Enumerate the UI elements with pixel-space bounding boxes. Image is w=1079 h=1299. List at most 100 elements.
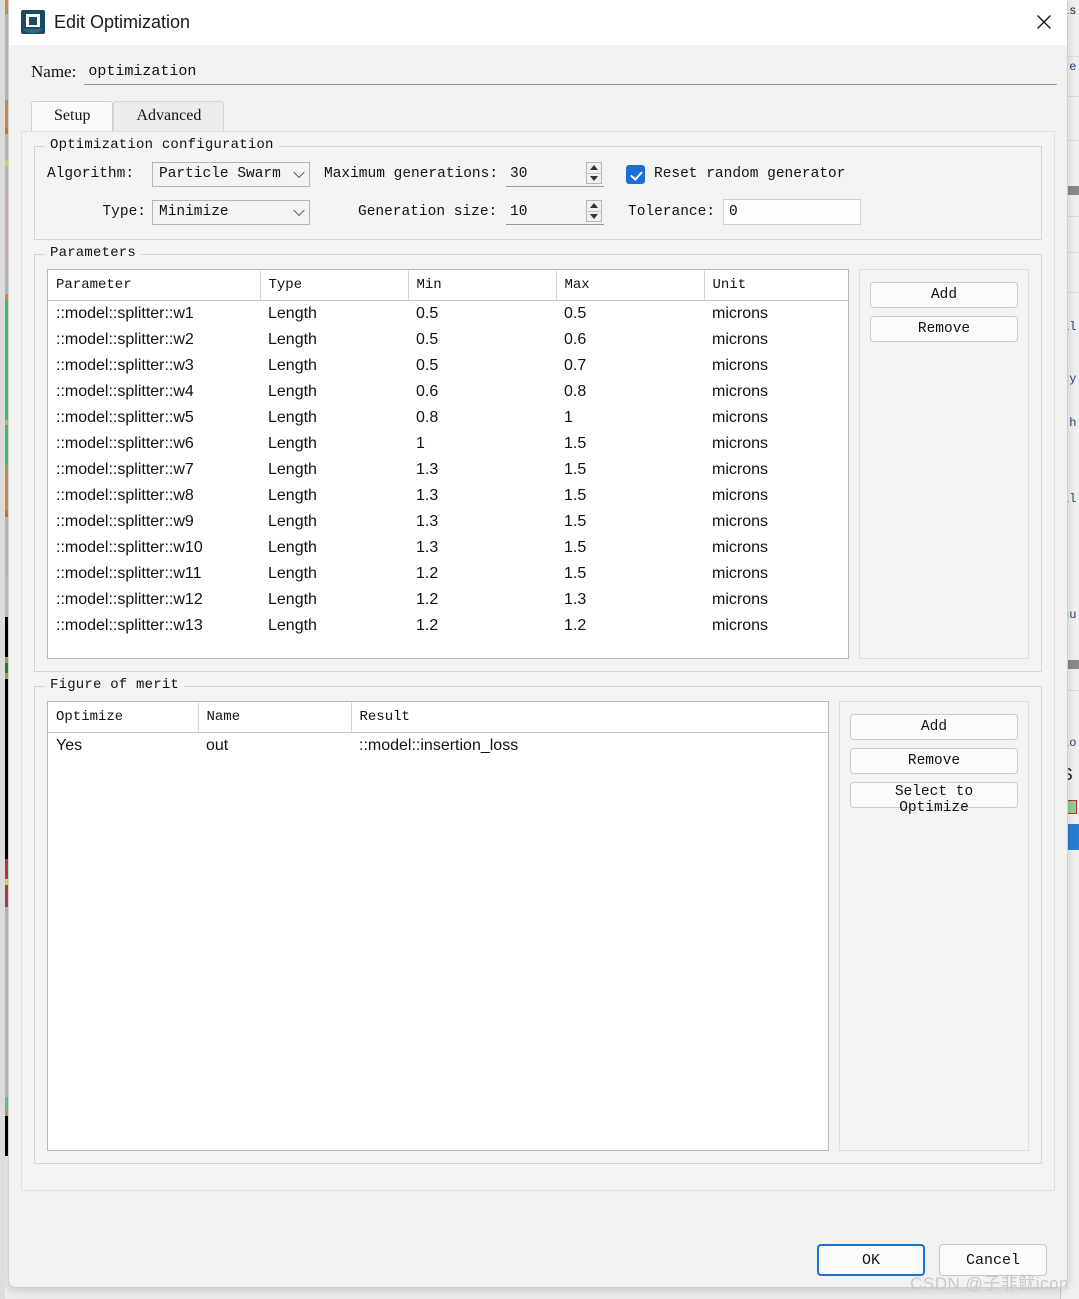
cell-min: 1.2 bbox=[416, 590, 439, 608]
col-min[interactable]: Min bbox=[408, 270, 557, 301]
max-generations-arrows[interactable] bbox=[586, 162, 602, 184]
background-left-edge bbox=[0, 0, 5, 1299]
cell-parameter: ::model::splitter::w3 bbox=[56, 356, 194, 374]
table-row[interactable]: ::model::splitter::w3 Length 0.5 0.7 microns bbox=[48, 353, 848, 379]
cell-min: 1.2 bbox=[416, 616, 439, 634]
cell-parameter: ::model::splitter::w2 bbox=[56, 330, 194, 348]
table-row[interactable]: ::model::splitter::w10 Length 1.3 1.5 micron… bbox=[48, 535, 848, 561]
table-row[interactable]: ::model::splitter::w11 Length 1.2 1.5 micron… bbox=[48, 561, 848, 587]
cell-min: 1.3 bbox=[416, 538, 439, 556]
generation-size-arrows[interactable] bbox=[586, 200, 602, 222]
parameters-table-container[interactable]: Parameter Type Min Max Unit ::model::spl… bbox=[47, 269, 849, 659]
col-name[interactable]: Name bbox=[198, 702, 352, 733]
cell-type: Length bbox=[268, 382, 317, 400]
table-row[interactable]: ::model::splitter::w12 Length 1.2 1.3 micron… bbox=[48, 587, 848, 613]
cell-unit: microns bbox=[712, 434, 769, 452]
edit-optimization-dialog: Edit Optimization Name: Setup Advanced bbox=[8, 0, 1068, 1288]
col-parameter[interactable]: Parameter bbox=[48, 270, 261, 301]
figure-of-merit-legend: Figure of merit bbox=[45, 677, 185, 693]
cell-max: 1.2 bbox=[564, 616, 587, 634]
generation-size-label: Generation size: bbox=[358, 204, 498, 220]
table-row[interactable]: ::model::splitter::w4 Length 0.6 0.8 microns bbox=[48, 379, 848, 405]
config-row-2: Type: Minimize Generation size: 10 Toler… bbox=[47, 199, 1029, 225]
max-generations-value: 30 bbox=[510, 165, 528, 182]
table-row[interactable]: ::model::splitter::w9 Length 1.3 1.5 microns bbox=[48, 509, 848, 535]
table-row[interactable]: ::model::splitter::w2 Length 0.5 0.6 microns bbox=[48, 327, 848, 353]
tolerance-input[interactable] bbox=[723, 199, 862, 225]
table-row[interactable]: ::model::splitter::w5 Length 0.8 1 microns bbox=[48, 405, 848, 431]
cell-type: Length bbox=[268, 356, 317, 374]
col-unit[interactable]: Unit bbox=[704, 270, 848, 301]
spinner-down-icon[interactable] bbox=[587, 212, 601, 222]
spinner-up-icon[interactable] bbox=[587, 163, 601, 174]
cell-parameter: ::model::splitter::w9 bbox=[56, 512, 194, 530]
fom-add-button[interactable]: Add bbox=[850, 714, 1018, 740]
cell-unit: microns bbox=[712, 512, 769, 530]
parameters-add-button[interactable]: Add bbox=[870, 282, 1018, 308]
table-row[interactable]: ::model::splitter::w8 Length 1.3 1.5 microns bbox=[48, 483, 848, 509]
reset-random-generator-checkbox[interactable]: Reset random generator bbox=[626, 164, 846, 184]
col-optimize[interactable]: Optimize bbox=[48, 702, 199, 733]
fom-remove-button[interactable]: Remove bbox=[850, 748, 1018, 774]
col-result[interactable]: Result bbox=[351, 702, 828, 733]
cancel-button[interactable]: Cancel bbox=[939, 1244, 1047, 1276]
cell-unit: microns bbox=[712, 460, 769, 478]
cell-max: 0.5 bbox=[564, 304, 587, 322]
optimization-configuration-legend: Optimization configuration bbox=[45, 137, 279, 153]
table-row[interactable]: ::model::splitter::w13 Length 1.2 1.2 micron… bbox=[48, 613, 848, 639]
parameters-remove-button[interactable]: Remove bbox=[870, 316, 1018, 342]
cell-type: Length bbox=[268, 590, 317, 608]
cell-max: 0.7 bbox=[564, 356, 587, 374]
cell-min: 1.3 bbox=[416, 486, 439, 504]
name-input[interactable] bbox=[84, 59, 1057, 85]
tab-setup[interactable]: Setup bbox=[31, 101, 114, 131]
cell-unit: microns bbox=[712, 382, 769, 400]
cell-max: 1.5 bbox=[564, 434, 587, 452]
table-row[interactable]: ::model::splitter::w1 Length 0.5 0.5 microns bbox=[48, 301, 848, 327]
cell-unit: microns bbox=[712, 538, 769, 556]
cell-type: Length bbox=[268, 538, 317, 556]
reset-random-generator-label: Reset random generator bbox=[654, 166, 846, 182]
fom-header-row: Optimize Name Result bbox=[48, 702, 828, 733]
cell-type: Length bbox=[268, 486, 317, 504]
cell-max: 1.5 bbox=[564, 538, 587, 556]
cell-parameter: ::model::splitter::w10 bbox=[56, 538, 203, 556]
spinner-up-icon[interactable] bbox=[587, 201, 601, 212]
col-type[interactable]: Type bbox=[260, 270, 409, 301]
table-row[interactable]: ::model::splitter::w7 Length 1.3 1.5 microns bbox=[48, 457, 848, 483]
app-logo-icon bbox=[21, 10, 45, 34]
parameters-body: ::model::splitter::w1 Length 0.5 0.5 microns… bbox=[48, 301, 848, 639]
cell-unit: microns bbox=[712, 564, 769, 582]
fom-select-to-optimize-button[interactable]: Select to Optimize bbox=[850, 782, 1018, 816]
fom-table-container[interactable]: Optimize Name Result Yes out::model::in… bbox=[47, 701, 829, 1151]
table-row[interactable]: Yes out ::model::insertion_loss bbox=[48, 733, 828, 759]
setup-tab-panel: Optimization configuration Algorithm: Pa… bbox=[21, 131, 1055, 1191]
parameters-group: Parameters Parameter Type Min Max Unit:… bbox=[34, 245, 1042, 672]
generation-size-value: 10 bbox=[510, 203, 528, 220]
spinner-down-icon[interactable] bbox=[587, 174, 601, 184]
cell-unit: microns bbox=[712, 408, 769, 426]
cell-type: Length bbox=[268, 408, 317, 426]
cell-parameter: ::model::splitter::w7 bbox=[56, 460, 194, 478]
table-row[interactable]: ::model::splitter::w6 Length 1 1.5 microns bbox=[48, 431, 848, 457]
tab-bar: Setup Advanced bbox=[31, 101, 1057, 131]
algorithm-select[interactable]: Particle Swarm bbox=[152, 161, 310, 187]
chevron-down-icon bbox=[293, 204, 305, 217]
cell-unit: microns bbox=[712, 616, 769, 634]
cell-max: 0.8 bbox=[564, 382, 587, 400]
cell-min: 1.3 bbox=[416, 460, 439, 478]
max-generations-stepper[interactable]: 30 bbox=[506, 161, 604, 187]
generation-size-stepper[interactable]: 10 bbox=[506, 199, 604, 225]
cell-max: 1.5 bbox=[564, 564, 587, 582]
parameters-buttons-panel: Add Remove bbox=[859, 269, 1029, 659]
type-select[interactable]: Minimize bbox=[152, 199, 310, 225]
tab-advanced[interactable]: Advanced bbox=[113, 101, 225, 131]
cell-unit: microns bbox=[712, 356, 769, 374]
col-max[interactable]: Max bbox=[556, 270, 705, 301]
close-icon[interactable] bbox=[1021, 0, 1067, 44]
ok-button[interactable]: OK bbox=[817, 1244, 925, 1276]
cell-optimize: Yes bbox=[56, 736, 83, 754]
cell-parameter: ::model::splitter::w12 bbox=[56, 590, 203, 608]
cell-parameter: ::model::splitter::w13 bbox=[56, 616, 203, 634]
type-label: Type: bbox=[102, 204, 146, 220]
